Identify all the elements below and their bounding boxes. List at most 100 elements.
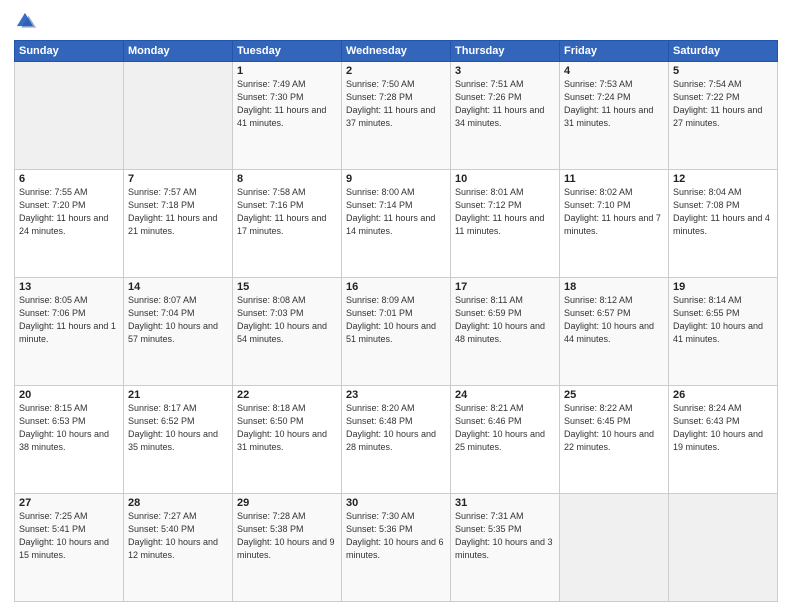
- calendar-cell: 28 Sunrise: 7:27 AMSunset: 5:40 PMDayligh…: [124, 494, 233, 602]
- calendar-cell: 18 Sunrise: 8:12 AMSunset: 6:57 PMDayligh…: [560, 278, 669, 386]
- day-number: 18: [564, 281, 664, 293]
- calendar-cell: 20 Sunrise: 8:15 AMSunset: 6:53 PMDayligh…: [15, 386, 124, 494]
- calendar-cell: 11 Sunrise: 8:02 AMSunset: 7:10 PMDayligh…: [560, 170, 669, 278]
- calendar-cell: 25 Sunrise: 8:22 AMSunset: 6:45 PMDayligh…: [560, 386, 669, 494]
- calendar-cell: 8 Sunrise: 7:58 AMSunset: 7:16 PMDaylight…: [233, 170, 342, 278]
- calendar-cell: 3 Sunrise: 7:51 AMSunset: 7:26 PMDaylight…: [451, 62, 560, 170]
- calendar-cell: 26Sunrise: 8:24 AMSunset: 6:43 PMDayligh…: [669, 386, 778, 494]
- day-number: 30: [346, 497, 446, 509]
- cell-content: Sunrise: 8:11 AMSunset: 6:59 PMDaylight:…: [455, 295, 545, 344]
- cell-content: Sunrise: 8:02 AMSunset: 7:10 PMDaylight:…: [564, 187, 661, 236]
- cell-content: Sunrise: 7:28 AMSunset: 5:38 PMDaylight:…: [237, 511, 335, 560]
- week-row-2: 6Sunrise: 7:55 AMSunset: 7:20 PMDaylight…: [15, 170, 778, 278]
- week-row-4: 20 Sunrise: 8:15 AMSunset: 6:53 PMDayligh…: [15, 386, 778, 494]
- week-row-5: 27 Sunrise: 7:25 AMSunset: 5:41 PMDayligh…: [15, 494, 778, 602]
- calendar-cell: 6Sunrise: 7:55 AMSunset: 7:20 PMDaylight…: [15, 170, 124, 278]
- day-number: 21: [128, 389, 228, 401]
- weekday-header-friday: Friday: [560, 41, 669, 62]
- calendar-cell: 12 Sunrise: 8:04 AMSunset: 7:08 PMDayligh…: [669, 170, 778, 278]
- day-number: 31: [455, 497, 555, 509]
- cell-content: Sunrise: 7:30 AMSunset: 5:36 PMDaylight:…: [346, 511, 444, 560]
- day-number: 26: [673, 389, 773, 401]
- day-number: 17: [455, 281, 555, 293]
- calendar-cell: [669, 494, 778, 602]
- calendar-cell: [124, 62, 233, 170]
- calendar-cell: 4Sunrise: 7:53 AMSunset: 7:24 PMDaylight…: [560, 62, 669, 170]
- logo-icon: [14, 10, 36, 32]
- cell-content: Sunrise: 8:04 AMSunset: 7:08 PMDaylight:…: [673, 187, 770, 236]
- cell-content: Sunrise: 8:07 AMSunset: 7:04 PMDaylight:…: [128, 295, 218, 344]
- day-number: 24: [455, 389, 555, 401]
- cell-content: Sunrise: 8:08 AMSunset: 7:03 PMDaylight:…: [237, 295, 327, 344]
- day-number: 29: [237, 497, 337, 509]
- calendar-table: SundayMondayTuesdayWednesdayThursdayFrid…: [14, 40, 778, 602]
- header: [14, 10, 778, 32]
- calendar-cell: 5 Sunrise: 7:54 AMSunset: 7:22 PMDaylight…: [669, 62, 778, 170]
- cell-content: Sunrise: 7:25 AMSunset: 5:41 PMDaylight:…: [19, 511, 109, 560]
- day-number: 3: [455, 65, 555, 77]
- cell-content: Sunrise: 7:49 AMSunset: 7:30 PMDaylight:…: [237, 79, 326, 128]
- calendar-page: SundayMondayTuesdayWednesdayThursdayFrid…: [0, 0, 792, 612]
- day-number: 28: [128, 497, 228, 509]
- cell-content: Sunrise: 8:05 AMSunset: 7:06 PMDaylight:…: [19, 295, 116, 344]
- calendar-cell: 17 Sunrise: 8:11 AMSunset: 6:59 PMDayligh…: [451, 278, 560, 386]
- day-number: 16: [346, 281, 446, 293]
- calendar-cell: 10 Sunrise: 8:01 AMSunset: 7:12 PMDayligh…: [451, 170, 560, 278]
- weekday-header-thursday: Thursday: [451, 41, 560, 62]
- day-number: 13: [19, 281, 119, 293]
- day-number: 11: [564, 173, 664, 185]
- calendar-cell: 27 Sunrise: 7:25 AMSunset: 5:41 PMDayligh…: [15, 494, 124, 602]
- weekday-header-monday: Monday: [124, 41, 233, 62]
- cell-content: Sunrise: 8:15 AMSunset: 6:53 PMDaylight:…: [19, 403, 109, 452]
- calendar-cell: 31 Sunrise: 7:31 AMSunset: 5:35 PMDayligh…: [451, 494, 560, 602]
- day-number: 6: [19, 173, 119, 185]
- calendar-cell: 1 Sunrise: 7:49 AMSunset: 7:30 PMDaylight…: [233, 62, 342, 170]
- week-row-1: 1 Sunrise: 7:49 AMSunset: 7:30 PMDaylight…: [15, 62, 778, 170]
- cell-content: Sunrise: 7:27 AMSunset: 5:40 PMDaylight:…: [128, 511, 218, 560]
- cell-content: Sunrise: 7:51 AMSunset: 7:26 PMDaylight:…: [455, 79, 544, 128]
- cell-content: Sunrise: 8:22 AMSunset: 6:45 PMDaylight:…: [564, 403, 654, 452]
- calendar-cell: [560, 494, 669, 602]
- cell-content: Sunrise: 7:53 AMSunset: 7:24 PMDaylight:…: [564, 79, 653, 128]
- calendar-cell: 16 Sunrise: 8:09 AMSunset: 7:01 PMDayligh…: [342, 278, 451, 386]
- day-number: 5: [673, 65, 773, 77]
- calendar-cell: 9Sunrise: 8:00 AMSunset: 7:14 PMDaylight…: [342, 170, 451, 278]
- day-number: 7: [128, 173, 228, 185]
- cell-content: Sunrise: 7:50 AMSunset: 7:28 PMDaylight:…: [346, 79, 435, 128]
- cell-content: Sunrise: 8:12 AMSunset: 6:57 PMDaylight:…: [564, 295, 654, 344]
- day-number: 2: [346, 65, 446, 77]
- cell-content: Sunrise: 7:58 AMSunset: 7:16 PMDaylight:…: [237, 187, 326, 236]
- day-number: 25: [564, 389, 664, 401]
- cell-content: Sunrise: 8:17 AMSunset: 6:52 PMDaylight:…: [128, 403, 218, 452]
- cell-content: Sunrise: 8:14 AMSunset: 6:55 PMDaylight:…: [673, 295, 763, 344]
- calendar-cell: 15 Sunrise: 8:08 AMSunset: 7:03 PMDayligh…: [233, 278, 342, 386]
- day-number: 12: [673, 173, 773, 185]
- day-number: 15: [237, 281, 337, 293]
- day-number: 27: [19, 497, 119, 509]
- day-number: 14: [128, 281, 228, 293]
- cell-content: Sunrise: 8:20 AMSunset: 6:48 PMDaylight:…: [346, 403, 436, 452]
- day-number: 23: [346, 389, 446, 401]
- day-number: 1: [237, 65, 337, 77]
- cell-content: Sunrise: 8:01 AMSunset: 7:12 PMDaylight:…: [455, 187, 544, 236]
- day-number: 8: [237, 173, 337, 185]
- day-number: 20: [19, 389, 119, 401]
- cell-content: Sunrise: 8:21 AMSunset: 6:46 PMDaylight:…: [455, 403, 545, 452]
- calendar-cell: 13 Sunrise: 8:05 AMSunset: 7:06 PMDayligh…: [15, 278, 124, 386]
- day-number: 10: [455, 173, 555, 185]
- calendar-cell: 29 Sunrise: 7:28 AMSunset: 5:38 PMDayligh…: [233, 494, 342, 602]
- cell-content: Sunrise: 7:54 AMSunset: 7:22 PMDaylight:…: [673, 79, 762, 128]
- calendar-cell: 22 Sunrise: 8:18 AMSunset: 6:50 PMDayligh…: [233, 386, 342, 494]
- cell-content: Sunrise: 7:31 AMSunset: 5:35 PMDaylight:…: [455, 511, 553, 560]
- weekday-header-tuesday: Tuesday: [233, 41, 342, 62]
- calendar-cell: 24 Sunrise: 8:21 AMSunset: 6:46 PMDayligh…: [451, 386, 560, 494]
- calendar-cell: 23 Sunrise: 8:20 AMSunset: 6:48 PMDayligh…: [342, 386, 451, 494]
- weekday-header-sunday: Sunday: [15, 41, 124, 62]
- calendar-cell: 19Sunrise: 8:14 AMSunset: 6:55 PMDayligh…: [669, 278, 778, 386]
- calendar-cell: 21 Sunrise: 8:17 AMSunset: 6:52 PMDayligh…: [124, 386, 233, 494]
- cell-content: Sunrise: 8:18 AMSunset: 6:50 PMDaylight:…: [237, 403, 327, 452]
- week-row-3: 13 Sunrise: 8:05 AMSunset: 7:06 PMDayligh…: [15, 278, 778, 386]
- cell-content: Sunrise: 8:09 AMSunset: 7:01 PMDaylight:…: [346, 295, 436, 344]
- calendar-cell: 7Sunrise: 7:57 AMSunset: 7:18 PMDaylight…: [124, 170, 233, 278]
- day-number: 22: [237, 389, 337, 401]
